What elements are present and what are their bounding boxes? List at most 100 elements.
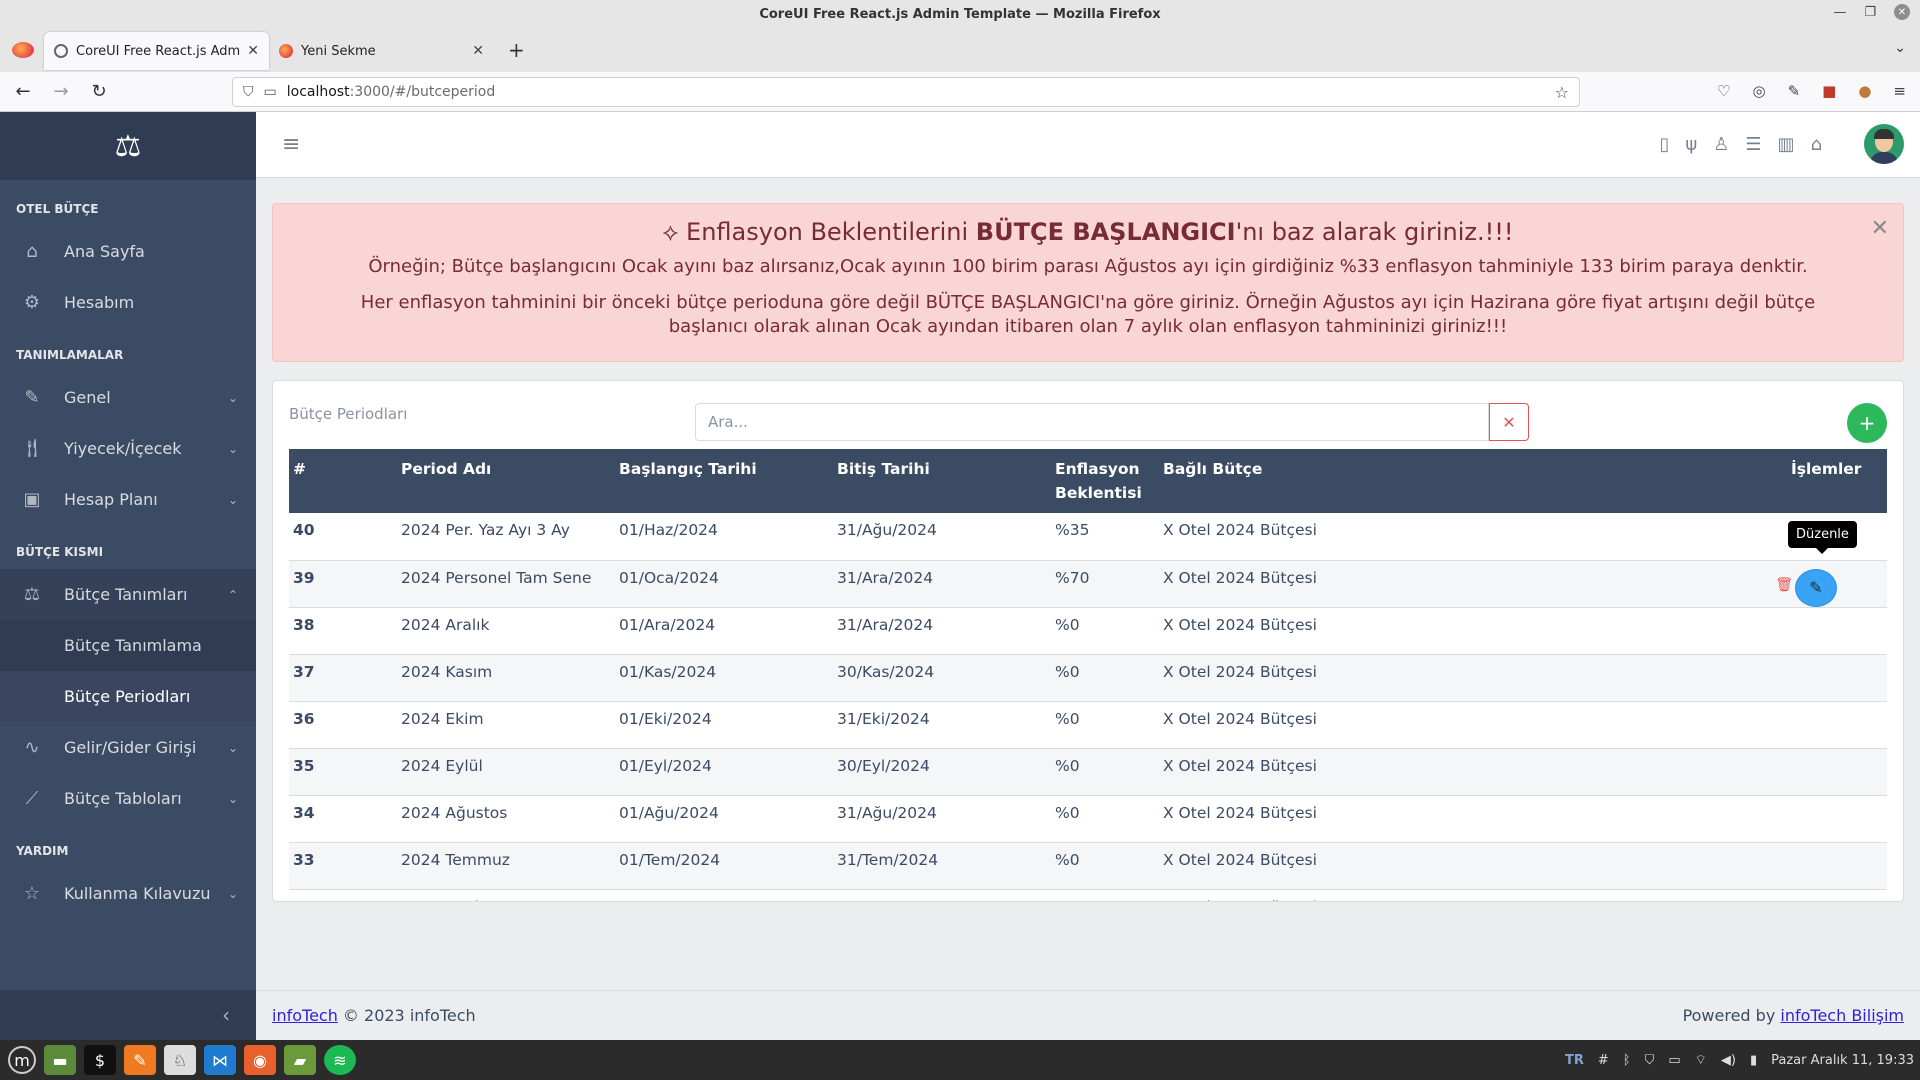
app-footer: infoTech © 2023 infoTech Powered by info… bbox=[256, 990, 1920, 1040]
firefox-taskbar-icon[interactable]: ◉ bbox=[244, 1045, 276, 1075]
bluetooth-icon[interactable]: ᛒ bbox=[1623, 1053, 1631, 1068]
forward-arrow-icon[interactable]: → bbox=[46, 81, 76, 102]
sidebar-subitem-butce-tanimlama[interactable]: Bütçe Tanımlama bbox=[0, 620, 256, 671]
back-arrow-icon[interactable]: ← bbox=[8, 81, 38, 102]
avatar[interactable] bbox=[1864, 124, 1904, 164]
mint-menu-icon[interactable]: m bbox=[8, 1046, 36, 1074]
network-icon[interactable]: ▭ bbox=[1668, 1053, 1680, 1068]
col-header-enflasyon[interactable]: Enflasyon Beklentisi bbox=[1051, 449, 1159, 513]
wifi-icon[interactable]: ⌔ bbox=[1695, 1052, 1707, 1068]
tab-yeni-sekme[interactable]: Yeni Sekme ✕ bbox=[269, 32, 494, 70]
maximize-icon[interactable]: ❐ bbox=[1864, 5, 1876, 20]
table-row[interactable]: 38 2024 Aralık 01/Ara/2024 31/Ara/2024 %0 X O… bbox=[289, 607, 1887, 655]
sidebar-section-title: YARDIM bbox=[16, 844, 69, 858]
app-menu-icon[interactable]: ≡ bbox=[1893, 82, 1906, 100]
header-icons: ▯ ψ ♙ ☰ ▥ ⌂ bbox=[1659, 134, 1822, 155]
volume-icon[interactable]: ◀) bbox=[1721, 1053, 1736, 1068]
pocket-icon[interactable]: ♡ bbox=[1717, 82, 1730, 100]
bookmark-star-icon[interactable]: ☆ bbox=[1555, 83, 1569, 102]
cell-period-adi: 2024 Kasım bbox=[397, 654, 615, 702]
sidebar-item-kullanma-kilavuzu[interactable]: ☆ Kullanma Kılavuzu ⌄ bbox=[0, 868, 256, 919]
col-header-period-adi[interactable]: Period Adı bbox=[397, 449, 615, 513]
sidebar-item-yiyecek-icecek[interactable]: 🍴︎ Yiyecek/İçecek ⌄ bbox=[0, 423, 256, 474]
brand-scales-icon[interactable]: ⚖ bbox=[0, 112, 256, 180]
firefox-menu-icon[interactable] bbox=[12, 42, 34, 58]
sidebar-section-title: OTEL BÜTÇE bbox=[16, 202, 99, 216]
table-row[interactable]: 34 2024 Ağustos 01/Ağu/2024 31/Ağu/2024 %0 X … bbox=[289, 795, 1887, 843]
sidebar-subitem-butce-periodlari[interactable]: Bütçe Periodları bbox=[0, 671, 256, 722]
keyboard-layout[interactable]: TR bbox=[1565, 1053, 1584, 1068]
list-icon[interactable]: ☰ bbox=[1745, 134, 1761, 155]
col-header-id[interactable]: # bbox=[289, 449, 397, 513]
footer-infotech-bilisim-link[interactable]: infoTech Bilişim bbox=[1780, 1006, 1904, 1025]
url-host: localhost bbox=[286, 84, 350, 100]
cell-bagli-butce: X Otel 2024 Bütçesi bbox=[1159, 560, 1787, 608]
table-row[interactable]: 35 2024 Eylül 01/Eyl/2024 30/Eyl/2024 %0 X Ot… bbox=[289, 748, 1887, 796]
bar-chart-icon[interactable]: ▥ bbox=[1778, 134, 1795, 155]
add-period-button[interactable]: + bbox=[1847, 403, 1887, 443]
new-tab-icon[interactable]: + bbox=[508, 38, 525, 62]
files-icon[interactable]: ▬ bbox=[44, 1045, 76, 1075]
clear-search-button[interactable]: ✕ bbox=[1489, 403, 1529, 441]
cell-baslangic: 01/Eki/2024 bbox=[615, 701, 833, 749]
cell-actions bbox=[1787, 654, 1887, 702]
cell-id: 36 bbox=[289, 701, 397, 749]
terminal-icon[interactable]: $ bbox=[84, 1045, 116, 1075]
close-tab-icon[interactable]: ✕ bbox=[247, 43, 259, 59]
spotify-icon[interactable]: ≋ bbox=[324, 1045, 356, 1075]
col-header-baslangic[interactable]: Başlangıç Tarihi bbox=[615, 449, 833, 513]
chevron-down-icon: ⌄ bbox=[227, 886, 238, 901]
sidebar-toggler-chevron-left-icon[interactable]: ‹ bbox=[0, 990, 256, 1040]
url-bar[interactable]: ⛉ ▭ localhost:3000/#/butceperiod ☆ bbox=[232, 77, 1580, 107]
trash-icon[interactable]: 🗑︎ bbox=[1775, 577, 1793, 593]
sidebar-item-label: Hesap Planı bbox=[64, 490, 158, 509]
list-tabs-chevron-icon[interactable]: ⌄ bbox=[1894, 40, 1906, 56]
search-input[interactable]: Ara... bbox=[695, 403, 1489, 441]
close-alert-icon[interactable]: ✕ bbox=[1871, 216, 1889, 241]
sidebar-item-butce-tablolari[interactable]: ⟋ Bütçe Tabloları ⌄ bbox=[0, 773, 256, 824]
tab-coreui[interactable]: CoreUI Free React.js Admin ✕ bbox=[44, 32, 269, 70]
hamburger-menu-icon[interactable]: ≡ bbox=[282, 132, 300, 157]
app-icon[interactable]: ♘ bbox=[164, 1045, 196, 1075]
table-row[interactable]: 37 2024 Kasım 01/Kas/2024 30/Kas/2024 %0 X Ot… bbox=[289, 654, 1887, 702]
reload-icon[interactable]: ↻ bbox=[84, 81, 114, 102]
sidebar-item-ana-sayfa[interactable]: ⌂ Ana Sayfa bbox=[0, 226, 256, 277]
table-row[interactable]: 39 2024 Personel Tam Sene 01/Oca/2024 31/Ar… bbox=[289, 560, 1887, 608]
sidebar-item-hesabim[interactable]: ⚙ Hesabım bbox=[0, 277, 256, 328]
sidebar-item-hesap-plani[interactable]: ▣ Hesap Planı ⌄ bbox=[0, 474, 256, 525]
footer-infotech-link[interactable]: infoTech bbox=[272, 1006, 338, 1025]
vscode-icon[interactable]: ⋈ bbox=[204, 1045, 236, 1075]
table-row[interactable]: 33 2024 Temmuz 01/Tem/2024 31/Tem/2024 %0 X O… bbox=[289, 842, 1887, 890]
book-icon[interactable]: ▯ bbox=[1659, 134, 1669, 155]
table-row[interactable]: 36 2024 Ekim 01/Eki/2024 31/Eki/2024 %0 X Ote… bbox=[289, 701, 1887, 749]
cell-enflasyon: %0 bbox=[1051, 701, 1159, 749]
slack-icon[interactable]: # bbox=[1598, 1053, 1609, 1068]
sidebar-item-genel[interactable]: ✎ Genel ⌄ bbox=[0, 372, 256, 423]
sidebar-item-label: Kullanma Kılavuzu bbox=[64, 884, 211, 903]
shield-icon[interactable]: ⛉ bbox=[243, 84, 254, 100]
cell-enflasyon: %0 bbox=[1051, 748, 1159, 796]
extension-icon[interactable]: ✎ bbox=[1788, 82, 1801, 100]
table-row[interactable]: 322024 Haziran01/Haz/202430/Haz/2024%0X … bbox=[289, 889, 1887, 901]
table-row[interactable]: 40 2024 Per. Yaz Ayı 3 Ay 01/Haz/2024 31/Ağ… bbox=[289, 513, 1887, 561]
shield-icon[interactable]: ⛉ bbox=[1645, 1053, 1655, 1068]
sidebar-item-gelir-gider[interactable]: ∿ Gelir/Gider Girişi ⌄ bbox=[0, 722, 256, 773]
cell-bagli-butce: X Otel 2024 Bütçesi bbox=[1159, 842, 1787, 890]
account-icon[interactable]: ◎ bbox=[1752, 82, 1765, 100]
sidebar-item-butce-tanimlari[interactable]: ⚖ Bütçe Tanımları ⌃ bbox=[0, 569, 256, 620]
home-icon[interactable]: ⌂ bbox=[1811, 134, 1822, 155]
clock[interactable]: Pazar Aralık 11, 19:33 bbox=[1771, 1053, 1914, 1068]
addon-icon[interactable]: ■ bbox=[1822, 82, 1836, 100]
folder-icon[interactable]: ▰ bbox=[284, 1045, 316, 1075]
postman-icon[interactable]: ✎ bbox=[124, 1045, 156, 1075]
close-tab-icon[interactable]: ✕ bbox=[472, 43, 484, 59]
battery-icon[interactable]: ▮ bbox=[1750, 1053, 1757, 1068]
user-icon[interactable]: ♙ bbox=[1713, 134, 1729, 155]
edit-pencil-button[interactable]: ✎ bbox=[1795, 568, 1837, 607]
fork-knife-icon[interactable]: ψ bbox=[1685, 134, 1697, 155]
col-header-bagli-butce[interactable]: Bağlı Bütçe bbox=[1159, 449, 1787, 513]
close-window-icon[interactable]: ✕ bbox=[1894, 4, 1910, 20]
addon2-icon[interactable]: ● bbox=[1858, 82, 1871, 100]
col-header-bitis[interactable]: Bitiş Tarihi bbox=[833, 449, 1051, 513]
minimize-icon[interactable]: — bbox=[1833, 5, 1846, 20]
